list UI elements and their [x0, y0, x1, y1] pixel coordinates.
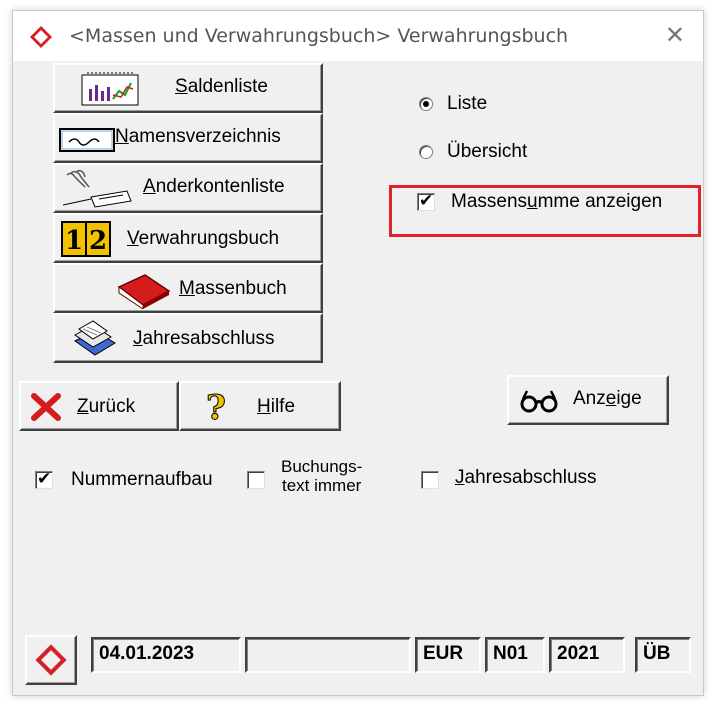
status-currency: EUR [415, 637, 481, 673]
namensverzeichnis-label-hotkey: N [115, 126, 129, 147]
anzeige-label-end: ige [616, 388, 642, 409]
back-label: urück [88, 396, 136, 417]
app-logo-icon [30, 26, 52, 48]
verwahrungsbuch-button[interactable]: 1 2 Verwahrungsbuch [53, 213, 323, 263]
radio-uebersicht-indicator[interactable] [419, 145, 433, 159]
jahresabschluss-nav-button[interactable]: Jahresabschluss [53, 313, 323, 363]
back-button[interactable]: Zurück [19, 381, 179, 431]
verwahrungsbuch-label-hotkey: V [127, 228, 139, 249]
buchungstext-label: Buchungs-text immer [281, 457, 363, 495]
anzeige-label: Anz [573, 388, 606, 409]
app-home-button[interactable] [25, 635, 77, 685]
status-year: 2021 [549, 637, 625, 673]
nummernaufbau-checkbox[interactable] [35, 469, 53, 489]
jahresabschluss-checkbox[interactable] [421, 471, 439, 489]
massenbuch-button[interactable]: Massenbuch [53, 263, 323, 313]
namensverzeichnis-button[interactable]: Namensverzeichnis [53, 113, 323, 163]
verwahrungsbuch-label: erwahrungsbuch [138, 228, 280, 249]
massensumme-checkbox[interactable] [417, 191, 435, 211]
anzeige-label-hotkey: e [605, 388, 617, 409]
nummernaufbau-label: Nummernaufbau [71, 469, 213, 490]
anzeige-button[interactable]: Anzeige [507, 375, 669, 425]
glasses-icon [520, 390, 558, 413]
close-icon[interactable]: ✕ [665, 21, 685, 49]
status-code: N01 [485, 637, 545, 673]
jahresabschluss-label: Jahresabschluss [455, 467, 597, 488]
massensumme-label: Massensumme anzeigen [451, 191, 663, 212]
radio-uebersicht[interactable]: Übersicht [419, 141, 527, 163]
svg-text:1: 1 [65, 226, 83, 256]
jahresabschluss-nav-label: ahresabschluss [142, 328, 275, 349]
status-empty [245, 637, 411, 673]
help-label-hotkey: H [257, 396, 271, 417]
title-bar: <Massen und Verwahrungsbuch> Verwahrungs… [13, 11, 703, 61]
anderkontenliste-label: nderkontenliste [155, 176, 285, 197]
anderkontenliste-label-hotkey: A [143, 176, 156, 197]
app-logo-button-icon [35, 644, 67, 676]
saldenliste-label: aldenliste [187, 76, 268, 97]
status-mode: ÜB [635, 637, 691, 673]
saldenliste-button[interactable]: Saldenliste [53, 63, 323, 113]
hand-document-icon [62, 169, 132, 208]
red-book-icon [117, 274, 171, 309]
books-stack-icon [74, 320, 116, 356]
radio-uebersicht-label: Übersicht [447, 141, 528, 162]
saldenliste-label-hotkey: S [175, 76, 188, 97]
red-x-icon [31, 393, 61, 421]
massenbuch-label-hotkey: M [179, 278, 195, 299]
svg-text:?: ? [206, 389, 226, 423]
help-button[interactable]: ? Hilfe [179, 381, 341, 431]
main-window: <Massen und Verwahrungsbuch> Verwahrungs… [12, 10, 704, 696]
svg-text:2: 2 [89, 226, 107, 256]
buchungstext-checkbox[interactable] [247, 471, 265, 489]
status-date: 04.01.2023 [91, 637, 241, 673]
numbered-book-icon: 1 2 [61, 221, 111, 257]
radio-liste-label: Liste [447, 93, 488, 114]
help-label: ilfe [270, 396, 296, 417]
balance-list-icon [81, 72, 139, 106]
window-title: <Massen und Verwahrungsbuch> Verwahrungs… [69, 25, 569, 47]
jahresabschluss-nav-label-hotkey: J [133, 328, 143, 349]
namensverzeichnis-label: amensverzeichnis [128, 126, 281, 147]
question-mark-icon: ? [206, 389, 227, 423]
massenbuch-label: assenbuch [194, 278, 287, 299]
radio-liste-indicator[interactable] [419, 97, 433, 111]
radio-liste[interactable]: Liste [419, 93, 487, 115]
back-label-hotkey: Z [77, 396, 89, 417]
directory-card-icon [59, 128, 115, 152]
anderkontenliste-button[interactable]: Anderkontenliste [53, 163, 323, 213]
